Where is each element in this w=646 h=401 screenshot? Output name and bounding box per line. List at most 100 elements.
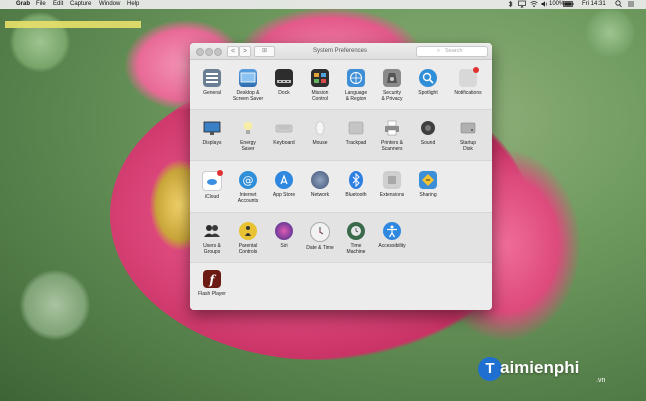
preferences-section-system: Users & Groups Parental Controls Siri Da… [190, 213, 492, 263]
pref-pane-label: Desktop & Screen Saver [232, 90, 264, 102]
pref-pane-extensions[interactable]: Extensions [374, 171, 410, 198]
pref-pane-label: General [203, 90, 221, 96]
pref-pane-users-groups[interactable]: Users & Groups [194, 222, 230, 255]
close-window-button[interactable] [196, 48, 204, 56]
preferences-section-personal: General Desktop & Screen Saver Dock Miss… [190, 60, 492, 110]
menu-capture[interactable]: Capture [70, 0, 91, 9]
pref-pane-label: Sharing [419, 192, 437, 198]
volume-status-icon[interactable] [541, 0, 549, 12]
pref-pane-label: Time Machine [346, 243, 366, 255]
pref-pane-sound[interactable]: Sound [410, 119, 446, 146]
pref-pane-general[interactable]: General [194, 69, 230, 96]
pref-pane-language-region[interactable]: Language & Region [338, 69, 374, 102]
energy-saver-icon [239, 119, 257, 137]
bluetooth-status-icon[interactable] [508, 0, 513, 12]
pref-pane-label: Displays [202, 140, 222, 146]
pref-pane-label: Bluetooth [345, 192, 367, 198]
watermark-brand: aimienphi [500, 358, 580, 377]
pref-pane-dock[interactable]: Dock [266, 69, 302, 96]
svg-text:@: @ [243, 174, 254, 187]
general-icon [203, 69, 221, 87]
accessibility-icon [383, 222, 401, 240]
search-icon: ⌕ [437, 48, 441, 54]
pref-pane-desktop-screen-saver[interactable]: Desktop & Screen Saver [230, 69, 266, 102]
pref-pane-label: Language & Region [344, 90, 368, 102]
airplay-status-icon[interactable] [518, 0, 526, 12]
pref-pane-label: Network [310, 192, 330, 198]
pref-pane-accessibility[interactable]: Accessibility [374, 222, 410, 249]
pref-pane-label: Printers & Scanners [381, 140, 403, 152]
pref-pane-label: Internet Accounts [237, 192, 259, 204]
pref-pane-security-privacy[interactable]: Security & Privacy [374, 69, 410, 102]
bluetooth-icon [349, 171, 363, 189]
menu-edit[interactable]: Edit [53, 0, 63, 9]
notification-center-icon[interactable] [627, 0, 635, 12]
time-machine-icon [347, 222, 365, 240]
pref-pane-label: App Store [272, 192, 296, 198]
pref-pane-label: Mission Control [311, 90, 329, 102]
preferences-section-hardware: Displays Energy Saver Keyboard Mouse Tra… [190, 110, 492, 161]
pref-pane-label: Flash Player [198, 291, 226, 297]
pref-pane-label: iCloud [204, 194, 220, 200]
menu-window[interactable]: Window [99, 0, 120, 9]
pref-pane-spotlight[interactable]: Spotlight [410, 69, 446, 96]
pref-pane-date-time[interactable]: Date & Time [302, 222, 338, 251]
pref-pane-trackpad[interactable]: Trackpad [338, 119, 374, 146]
pref-pane-label: Extensions [379, 192, 405, 198]
desktop-icon [239, 69, 257, 87]
back-button[interactable]: < [227, 46, 239, 57]
sharing-icon [419, 171, 437, 189]
pref-pane-displays[interactable]: Displays [194, 119, 230, 146]
notifications-icon [459, 67, 479, 87]
pref-pane-notifications[interactable]: Notifications [450, 67, 486, 96]
search-field[interactable]: ⌕ Search [416, 46, 488, 57]
search-placeholder: Search [445, 48, 463, 54]
keyboard-icon [275, 119, 293, 137]
internet-accounts-icon: @ [239, 171, 257, 189]
icloud-badge [217, 170, 223, 176]
pref-pane-mission-control[interactable]: Mission Control [302, 69, 338, 102]
pref-pane-label: Sound [420, 140, 436, 146]
pref-pane-energy-saver[interactable]: Energy Saver [230, 119, 266, 152]
forward-button[interactable]: > [239, 46, 251, 57]
window-titlebar[interactable]: < > ⊞ System Preferences ⌕ Search [190, 43, 492, 60]
pref-pane-app-store[interactable]: App Store [266, 171, 302, 198]
users-groups-icon [203, 222, 221, 240]
wallpaper-bud [585, 8, 635, 58]
pref-pane-mouse[interactable]: Mouse [302, 119, 338, 146]
pref-pane-internet-accounts[interactable]: @ Internet Accounts [230, 171, 266, 204]
battery-icon[interactable] [563, 0, 574, 12]
pref-pane-keyboard[interactable]: Keyboard [266, 119, 302, 146]
watermark-tld: .vn [596, 377, 606, 384]
menu-file[interactable]: File [36, 0, 46, 9]
menu-clock[interactable]: Fri 14:31 [582, 0, 606, 9]
watermark-letter: T [478, 357, 502, 381]
pref-pane-time-machine[interactable]: Time Machine [338, 222, 374, 255]
pref-pane-label: Accessibility [378, 243, 406, 249]
pref-pane-network[interactable]: Network [302, 171, 338, 198]
watermark-logo: T aimienphi .vn [478, 357, 638, 387]
wifi-status-icon[interactable] [530, 0, 538, 12]
app-menu-grab[interactable]: Grab [16, 0, 30, 9]
trackpad-icon [347, 119, 365, 137]
zoom-window-button[interactable] [214, 48, 222, 56]
dock-icon [275, 69, 293, 87]
menu-help[interactable]: Help [127, 0, 139, 9]
security-icon [383, 69, 401, 87]
pref-pane-startup-disk[interactable]: Startup Disk [450, 119, 486, 152]
pref-pane-sharing[interactable]: Sharing [410, 171, 446, 198]
pref-pane-icloud[interactable]: iCloud [194, 170, 230, 200]
pref-pane-flash-player[interactable]: f Flash Player [194, 270, 230, 297]
pref-pane-bluetooth[interactable]: Bluetooth [338, 171, 374, 198]
show-all-button[interactable]: ⊞ [254, 46, 275, 57]
pref-pane-siri[interactable]: Siri [266, 222, 302, 249]
sound-icon [419, 119, 437, 137]
minimize-window-button[interactable] [205, 48, 213, 56]
pref-pane-label: Energy Saver [240, 140, 256, 152]
pref-pane-parental-controls[interactable]: Parental Controls [230, 222, 266, 255]
pref-pane-printers-scanners[interactable]: Printers & Scanners [374, 119, 410, 152]
window-title: System Preferences [312, 48, 368, 54]
spotlight-menu-icon[interactable] [615, 0, 622, 12]
date-time-icon [310, 222, 330, 242]
pref-pane-label: Dock [278, 90, 290, 96]
